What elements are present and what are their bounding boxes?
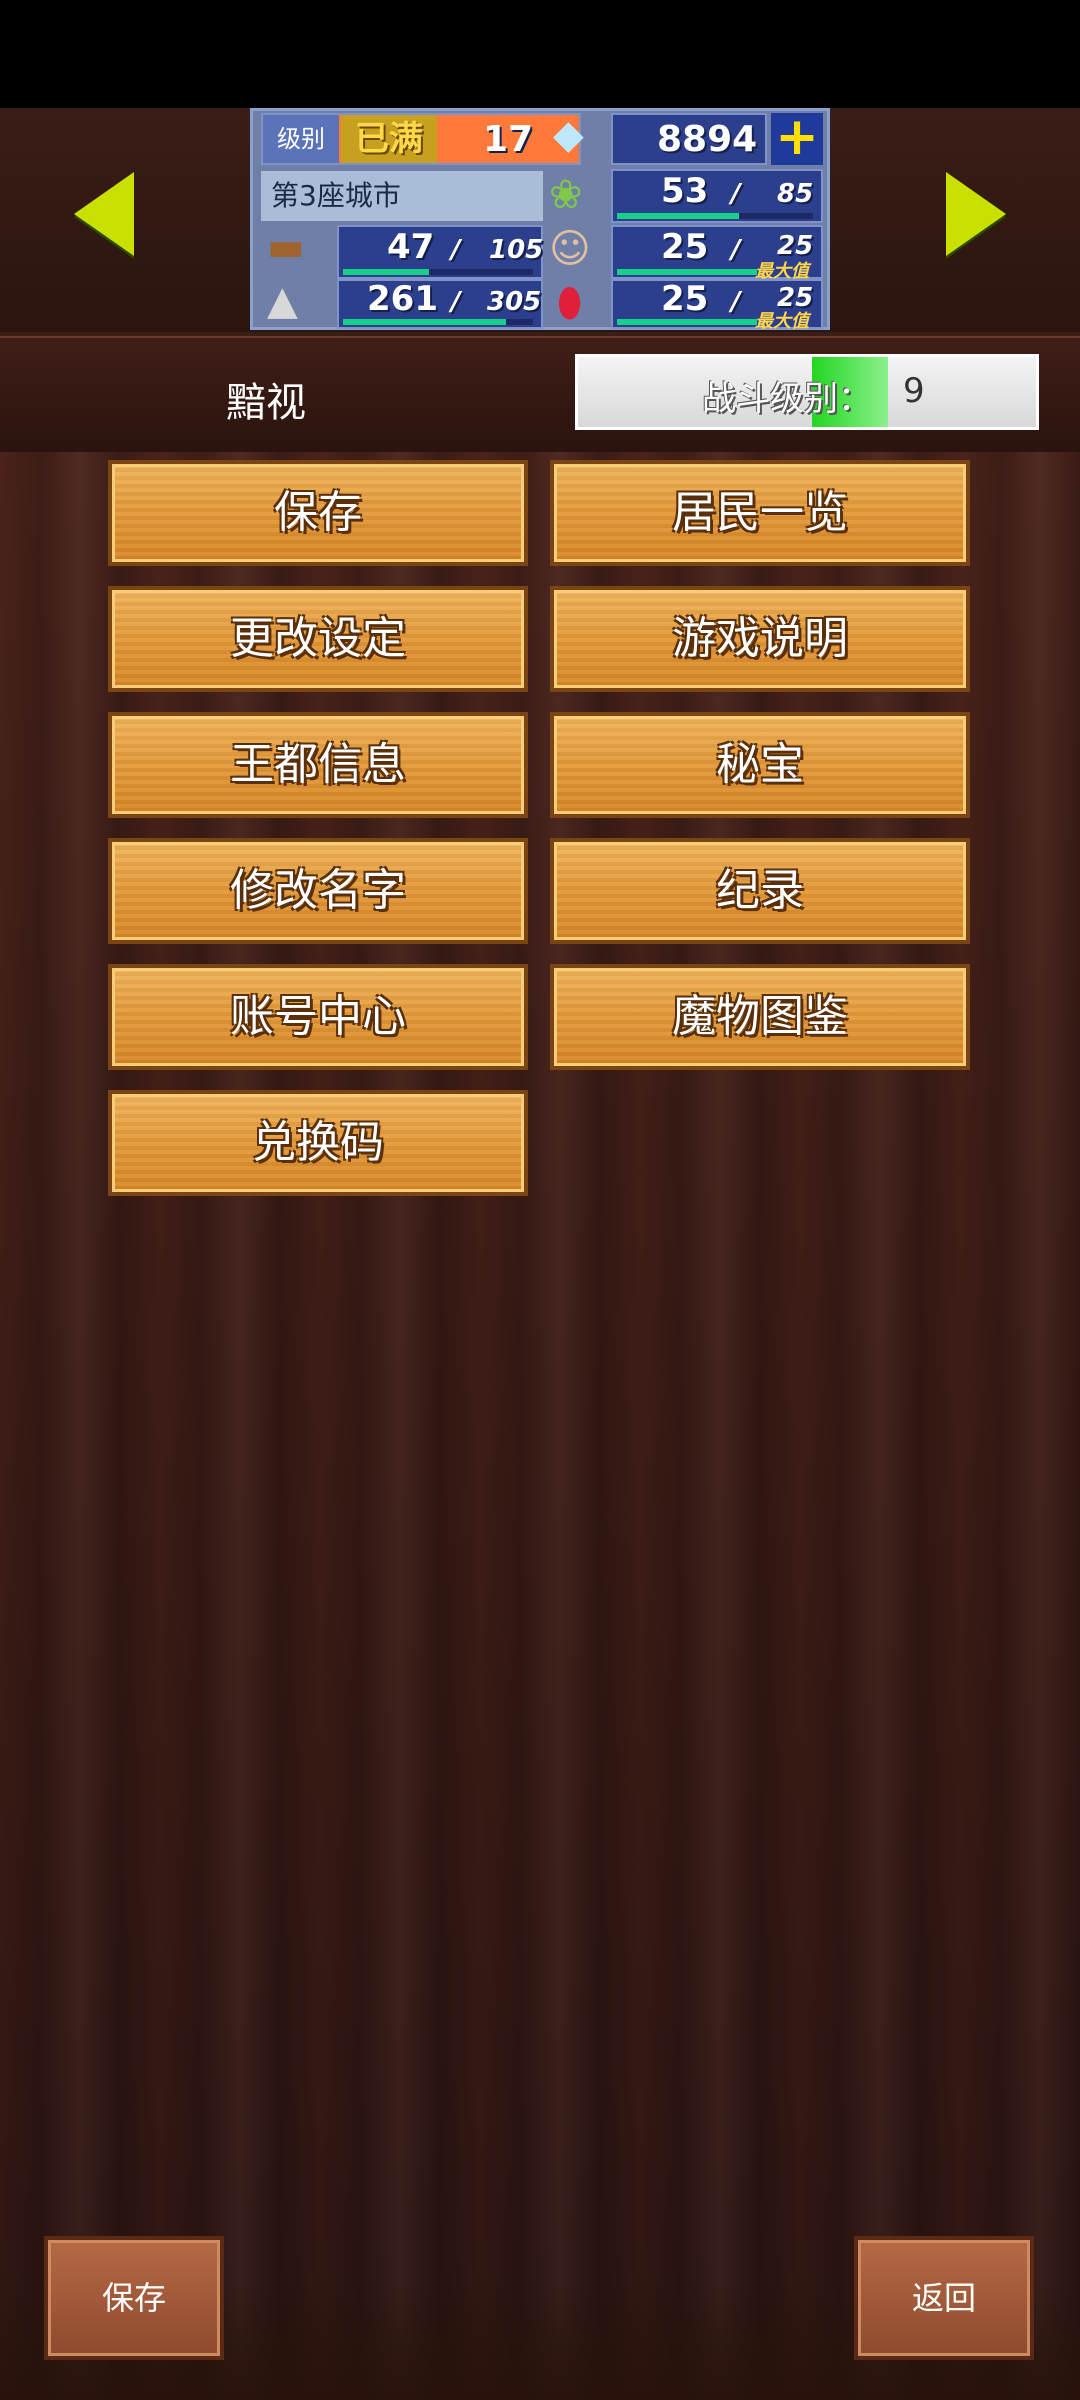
treasure-button[interactable]: 秘宝	[550, 712, 970, 818]
food-bar	[617, 213, 813, 219]
people-bar-fill	[617, 269, 757, 275]
capital-info-button[interactable]: 王都信息	[108, 712, 528, 818]
back-button[interactable]: 返回	[854, 2236, 1034, 2360]
system-status-bar	[0, 0, 1080, 108]
arrow-right-icon[interactable]	[946, 172, 1006, 256]
food-current: 53	[661, 171, 709, 211]
battle-level-box: 战斗级别： 9	[575, 354, 1039, 430]
food-max: 85	[777, 179, 814, 209]
wood-current: 47	[387, 227, 435, 267]
arrow-left-icon[interactable]	[74, 172, 134, 256]
ruby-cell: 25 / 25 最大值	[611, 279, 823, 332]
town-name: 黯视	[226, 380, 306, 426]
plus-icon[interactable]: +	[771, 111, 823, 165]
account-center-button[interactable]: 账号中心	[108, 964, 528, 1070]
people-cell: 25 / 25 最大值	[611, 225, 823, 282]
records-button[interactable]: 纪录	[550, 838, 970, 944]
level-label: 级别	[263, 115, 339, 163]
city-name: 第3座城市	[261, 171, 543, 221]
ruby-bar	[617, 319, 757, 325]
food-slash: /	[731, 179, 741, 209]
ruby-max-label: 最大值	[755, 311, 809, 332]
ore-cell: 261 / 305	[337, 279, 543, 329]
level-max-badge: 已满	[341, 115, 437, 163]
ore-icon: ▲	[267, 278, 298, 324]
wood-icon: ▬	[267, 224, 305, 270]
food-bar-fill	[617, 213, 739, 219]
people-current: 25	[661, 227, 709, 267]
ruby-icon: ⬮	[557, 280, 583, 326]
gems-cell: 8894	[611, 113, 767, 165]
battle-level-label: 战斗级别：	[702, 379, 872, 419]
redeem-code-button[interactable]: 兑换码	[108, 1090, 528, 1196]
settings-button[interactable]: 更改设定	[108, 586, 528, 692]
guide-button[interactable]: 游戏说明	[550, 586, 970, 692]
food-cell: 53 / 85	[611, 169, 823, 223]
rename-button[interactable]: 修改名字	[108, 838, 528, 944]
ruby-bar-fill	[617, 319, 757, 325]
residents-button[interactable]: 居民一览	[550, 460, 970, 566]
gem-icon: ◆	[553, 112, 584, 158]
bottom-save-button[interactable]: 保存	[44, 2236, 224, 2360]
gems-value: 8894	[657, 119, 758, 160]
battle-level-value: 9	[903, 371, 925, 411]
save-menu-button[interactable]: 保存	[108, 460, 528, 566]
wood-cell: 47 / 105	[337, 225, 543, 279]
ore-current: 261	[367, 279, 438, 319]
people-bar	[617, 269, 757, 275]
ore-bar	[343, 319, 533, 325]
people-icon: ☺	[549, 226, 591, 272]
people-slash: /	[731, 235, 741, 265]
ruby-slash: /	[731, 287, 741, 317]
ore-max: 305	[487, 287, 542, 317]
status-panel: 级别 已满 17 ◆ 8894 + 第3座城市 ❀ 53 / 85 ▬ 47 /…	[250, 108, 830, 332]
wood-bar	[343, 269, 533, 275]
monster-book-button[interactable]: 魔物图鉴	[550, 964, 970, 1070]
ore-bar-fill	[343, 319, 507, 325]
wood-slash: /	[451, 235, 461, 265]
level-cell: 级别 已满 17	[261, 113, 581, 165]
wood-max: 105	[489, 235, 544, 265]
level-value: 17	[483, 119, 534, 160]
ore-slash: /	[451, 287, 461, 317]
ruby-current: 25	[661, 279, 709, 319]
wood-bar-fill	[343, 269, 429, 275]
food-icon: ❀	[549, 172, 583, 218]
